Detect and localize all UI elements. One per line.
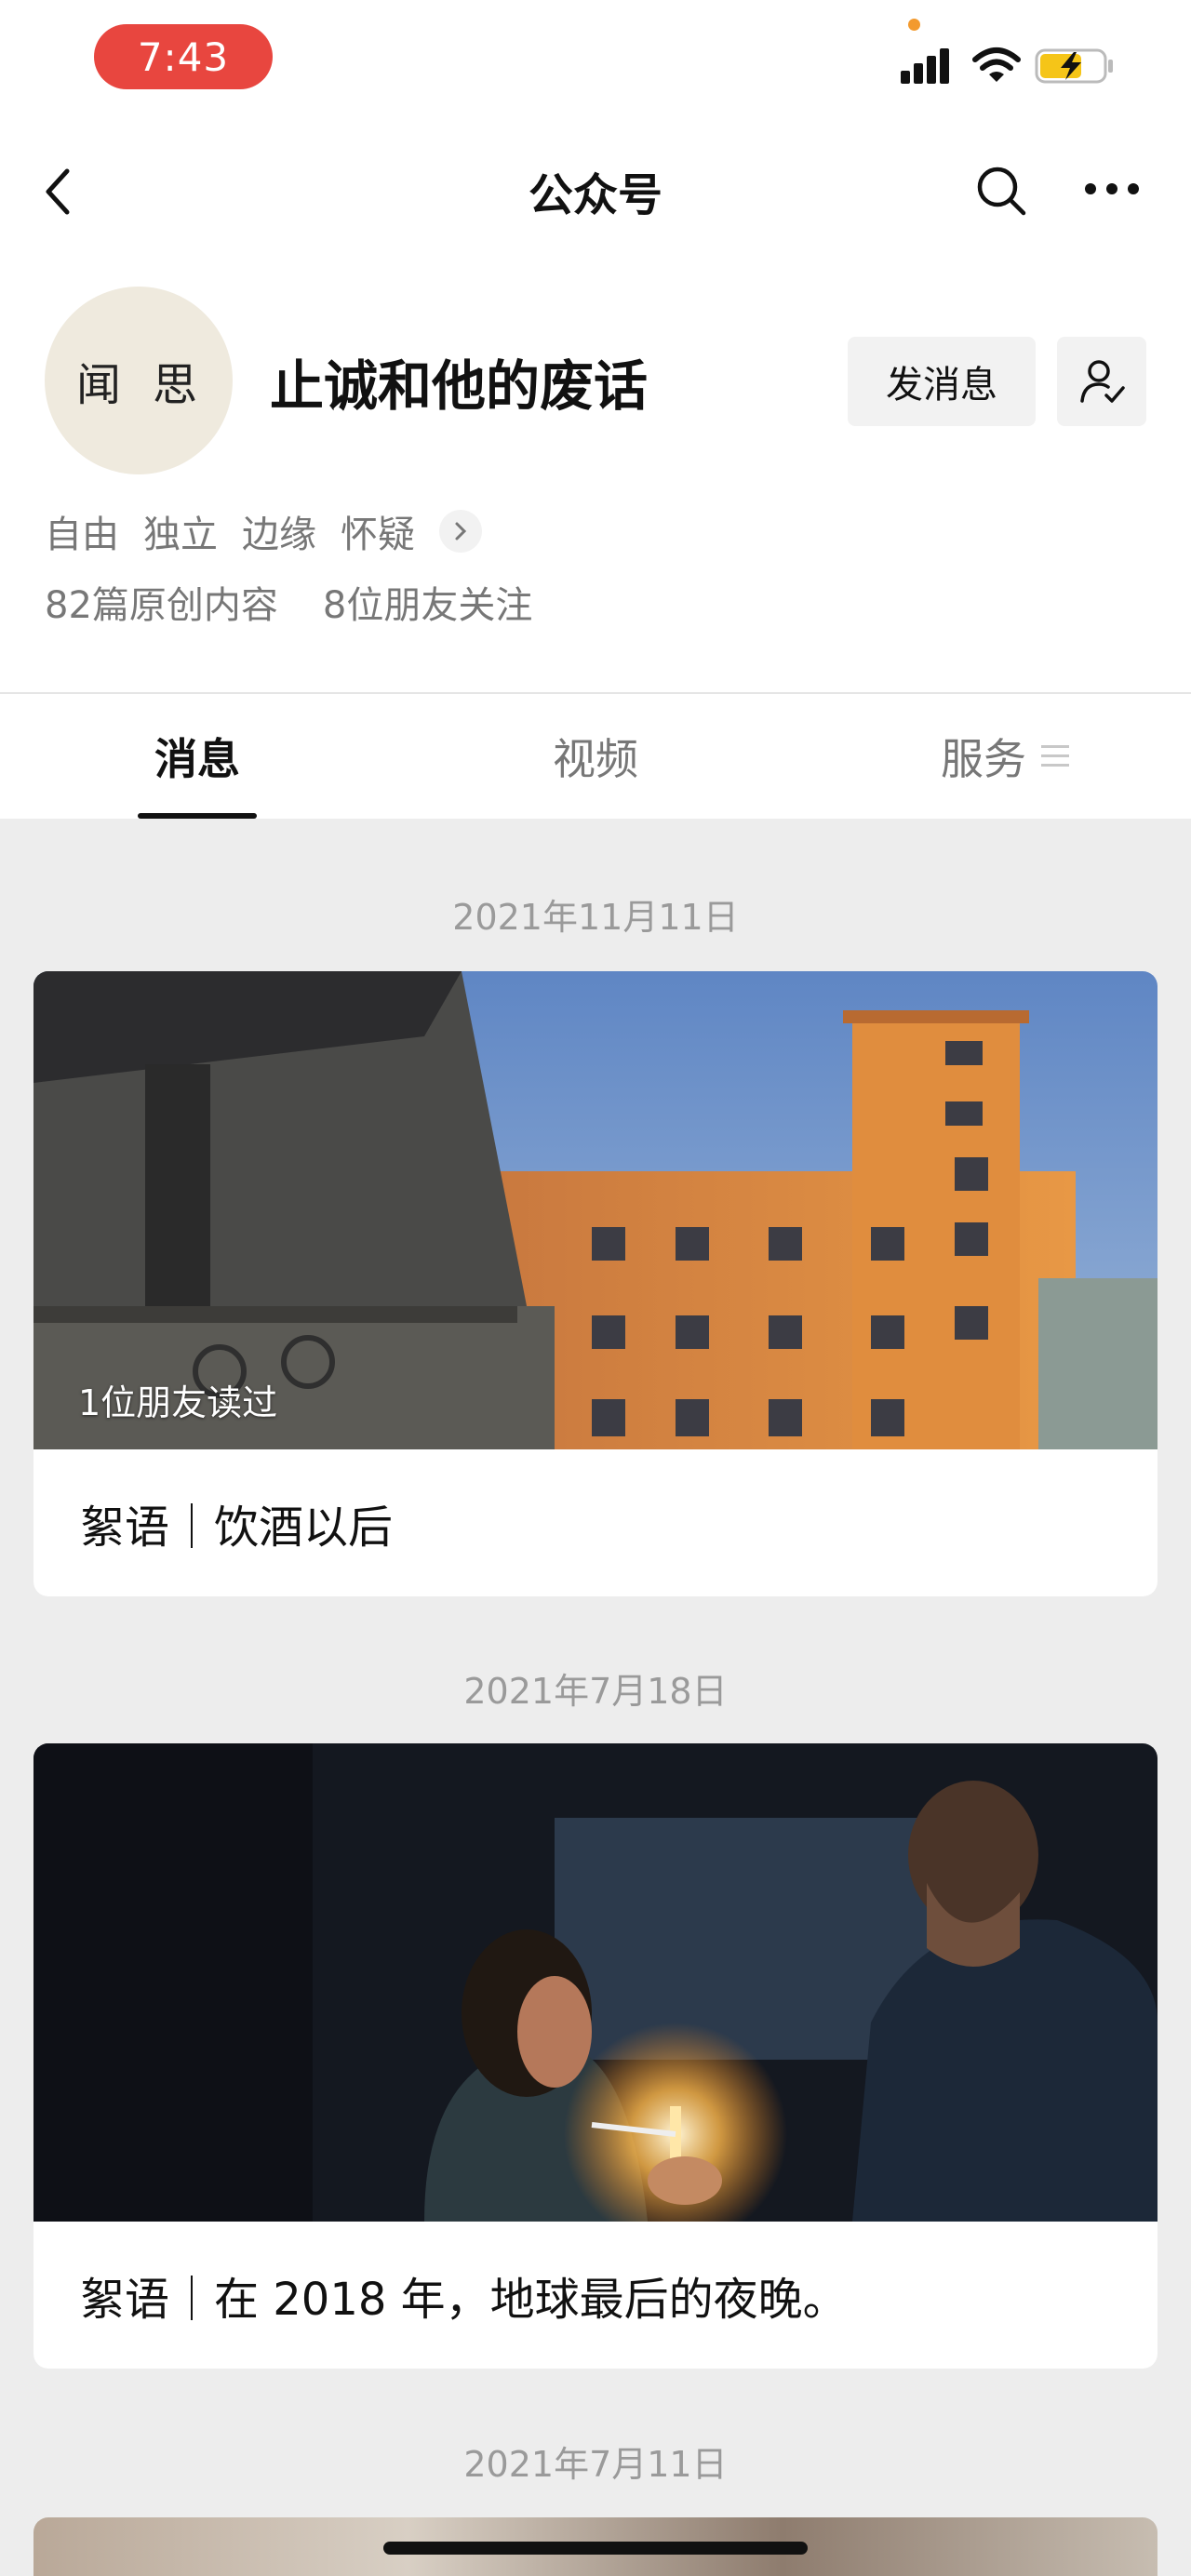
- search-icon[interactable]: [973, 163, 1029, 219]
- friends-following-count[interactable]: 8位朋友关注: [323, 575, 532, 629]
- active-tab-indicator: [138, 813, 257, 819]
- original-content-count[interactable]: 82篇原创内容: [45, 575, 278, 629]
- account-name: 止诚和他的废话: [270, 354, 649, 418]
- date-label: 2021年7月18日: [463, 1671, 728, 1712]
- followed-user-icon: [1080, 360, 1125, 403]
- home-indicator[interactable]: [383, 2542, 808, 2555]
- tab-label: 消息: [154, 734, 240, 784]
- friends-read-label: 1位朋友读过: [78, 1382, 278, 1423]
- account-profile: 闻思 止诚和他的废话 发消息 自由 独立 边缘 怀疑 82篇原创内容 8位朋友关…: [0, 260, 1191, 694]
- chevron-right-icon[interactable]: [439, 510, 482, 553]
- tag: 怀疑: [341, 514, 415, 556]
- tab-label: 服务: [941, 734, 1026, 784]
- article-cover-image: [33, 1743, 1158, 2222]
- mic-indicator-dot: [908, 19, 920, 31]
- nav-bar: 公众号: [0, 121, 1191, 260]
- article-cover-image: 1位朋友读过: [33, 971, 1158, 1449]
- back-icon[interactable]: [39, 164, 84, 220]
- article-card[interactable]: 絮语｜在 2018 年，地球最后的夜晚。: [33, 1743, 1158, 2369]
- date-label: 2021年7月11日: [463, 2444, 728, 2485]
- night-scene-photo: [33, 1743, 1158, 2222]
- battery-charging-icon: [1035, 48, 1113, 84]
- tag: 独立: [143, 514, 218, 556]
- tag: 边缘: [242, 514, 316, 556]
- wifi-icon: [972, 47, 1021, 82]
- article-title: 絮语｜在 2018 年，地球最后的夜晚。: [80, 2274, 848, 2326]
- cellular-signal-icon: [901, 47, 957, 84]
- followed-button[interactable]: [1057, 337, 1146, 426]
- article-card[interactable]: 1位朋友读过 絮语｜饮酒以后: [33, 971, 1158, 1596]
- status-bar: 7:43: [0, 0, 1191, 121]
- avatar[interactable]: 闻思: [45, 287, 233, 474]
- tag: 自由: [45, 514, 119, 556]
- account-stats: 82篇原创内容 8位朋友关注: [45, 575, 532, 629]
- tab-messages[interactable]: 消息: [93, 694, 301, 819]
- account-tags[interactable]: 自由 独立 边缘 怀疑: [45, 504, 482, 558]
- tab-services[interactable]: 服务: [893, 694, 1117, 819]
- more-icon[interactable]: [1083, 175, 1141, 203]
- status-time: 7:43: [94, 24, 273, 89]
- send-message-button[interactable]: 发消息: [848, 337, 1036, 426]
- date-label: 2021年11月11日: [452, 897, 739, 938]
- menu-icon: [1041, 743, 1069, 769]
- tab-label: 视频: [553, 734, 638, 784]
- content-tabs: 消息 视频 服务: [0, 694, 1191, 819]
- tab-videos[interactable]: 视频: [491, 694, 700, 819]
- article-title: 絮语｜饮酒以后: [80, 1502, 394, 1554]
